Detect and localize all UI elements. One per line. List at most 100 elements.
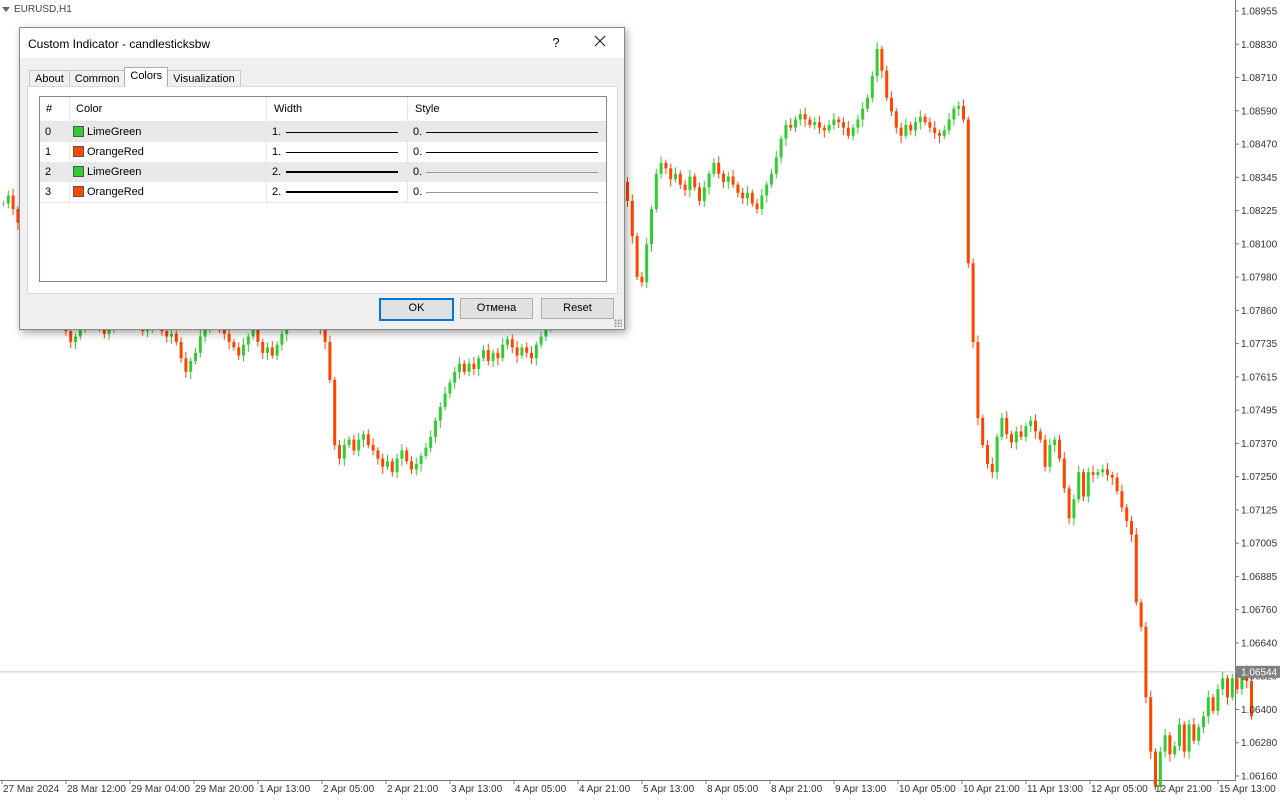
color-name: LimeGreen [87, 126, 142, 138]
time-tick-label: 9 Apr 13:00 [835, 784, 887, 795]
close-button[interactable] [588, 32, 612, 54]
candle-body [194, 352, 197, 361]
color-name: OrangeRed [87, 146, 144, 158]
price-tick-label: 1.07495 [1241, 406, 1278, 417]
dropdown-triangle-icon[interactable] [2, 7, 10, 12]
candle-body [722, 173, 725, 182]
width-value[interactable]: 1. [272, 142, 281, 162]
candle-body [1216, 689, 1220, 711]
candle-body [674, 173, 677, 180]
candle-body [266, 347, 269, 353]
current-price-tag: 1.06544 [1236, 665, 1280, 678]
candle-body [731, 176, 735, 185]
color-swatch [73, 146, 84, 157]
color-cell[interactable]: OrangeRed [73, 142, 144, 162]
ok-button[interactable]: OK [379, 298, 454, 321]
candle-body [280, 333, 284, 345]
reset-button[interactable]: Reset [541, 298, 614, 319]
width-line-preview [286, 132, 398, 133]
candle-body [453, 371, 457, 383]
style-value[interactable]: 0. [413, 142, 422, 162]
help-button[interactable]: ? [546, 32, 566, 54]
colors-panel: # Color Width Style 0 LimeGreen 1. 0. 1 … [27, 86, 618, 294]
candle-body [2, 203, 5, 205]
candle-body [942, 130, 946, 136]
candle-body [760, 195, 764, 210]
candle-body [1163, 735, 1167, 752]
candle-body [678, 173, 682, 185]
table-row[interactable]: 2 LimeGreen 2. 0. [40, 162, 606, 182]
symbol-label[interactable]: EURUSD,H1 [2, 4, 72, 15]
price-tick-label: 1.07250 [1241, 472, 1278, 483]
candle-body [995, 436, 999, 473]
candle-body [467, 363, 471, 372]
time-tick-label: 4 Apr 21:00 [579, 784, 631, 795]
candle-body [520, 347, 524, 356]
candle-body [962, 105, 965, 120]
candle-body [784, 124, 788, 139]
candle-body [947, 119, 951, 131]
tab-visualization[interactable]: Visualization [167, 70, 241, 87]
price-tick-label: 1.08100 [1241, 239, 1278, 250]
color-cell[interactable]: OrangeRed [73, 182, 144, 202]
table-row[interactable]: 1 OrangeRed 1. 0. [40, 142, 606, 162]
table-row[interactable]: 0 LimeGreen 1. 0. [40, 122, 606, 142]
width-value[interactable]: 2. [272, 182, 281, 202]
candle-body [914, 122, 917, 131]
time-tick-label: 10 Apr 21:00 [963, 784, 1020, 795]
candle-body [1043, 439, 1047, 467]
resize-grip-icon[interactable] [614, 319, 622, 327]
style-line-preview [426, 172, 598, 173]
style-value[interactable]: 0. [413, 162, 422, 182]
table-row[interactable]: 3 OrangeRed 2. 0. [40, 182, 606, 202]
cancel-button[interactable]: Отмена [460, 298, 533, 319]
dialog-titlebar[interactable]: Custom Indicator - candlesticksbw ? [20, 28, 624, 58]
candle-body [842, 122, 845, 128]
candle-body [501, 344, 505, 359]
candle-body [894, 111, 898, 128]
candle-body [438, 407, 442, 421]
column-separator [266, 97, 267, 202]
price-tick-label: 1.06640 [1241, 638, 1278, 649]
style-value[interactable]: 0. [413, 182, 422, 202]
candle-body [424, 447, 428, 456]
candle-body [746, 192, 749, 199]
time-tick-label: 29 Mar 04:00 [131, 784, 190, 795]
grid-bottom-line [40, 202, 606, 203]
candle-body [429, 436, 433, 448]
candle-body [366, 434, 370, 446]
price-tick-label: 1.07005 [1241, 539, 1278, 550]
candle-body [856, 119, 860, 128]
candle-body [462, 363, 466, 372]
row-index: 0 [45, 126, 52, 138]
candle-body [765, 184, 769, 196]
candle-body [270, 347, 274, 356]
candle-body [1062, 458, 1066, 489]
candle-body [170, 333, 173, 337]
candle-body [395, 458, 399, 473]
candle-body [1149, 697, 1153, 752]
tab-about[interactable]: About [29, 70, 70, 87]
color-cell[interactable]: LimeGreen [73, 122, 141, 142]
candle-body [390, 461, 394, 473]
color-cell[interactable]: LimeGreen [73, 162, 141, 182]
time-tick-label: 15 Apr 13:00 [1219, 784, 1276, 795]
tab-common[interactable]: Common [68, 70, 126, 87]
candle-body [635, 236, 639, 277]
color-swatch [73, 126, 84, 137]
tab-colors[interactable]: Colors [124, 67, 169, 87]
candle-body [362, 434, 365, 440]
candle-body [1048, 445, 1052, 467]
header-index: # [46, 103, 53, 115]
candle-body [688, 176, 692, 191]
width-value[interactable]: 1. [272, 122, 281, 142]
style-line-preview [426, 192, 598, 193]
candle-body [381, 458, 385, 467]
candle-body [851, 127, 855, 136]
candle-body [530, 352, 533, 359]
width-value[interactable]: 2. [272, 162, 281, 182]
style-value[interactable]: 0. [413, 122, 422, 142]
candle-body [952, 108, 956, 120]
candle-body [890, 97, 893, 112]
candle-body [698, 187, 701, 201]
